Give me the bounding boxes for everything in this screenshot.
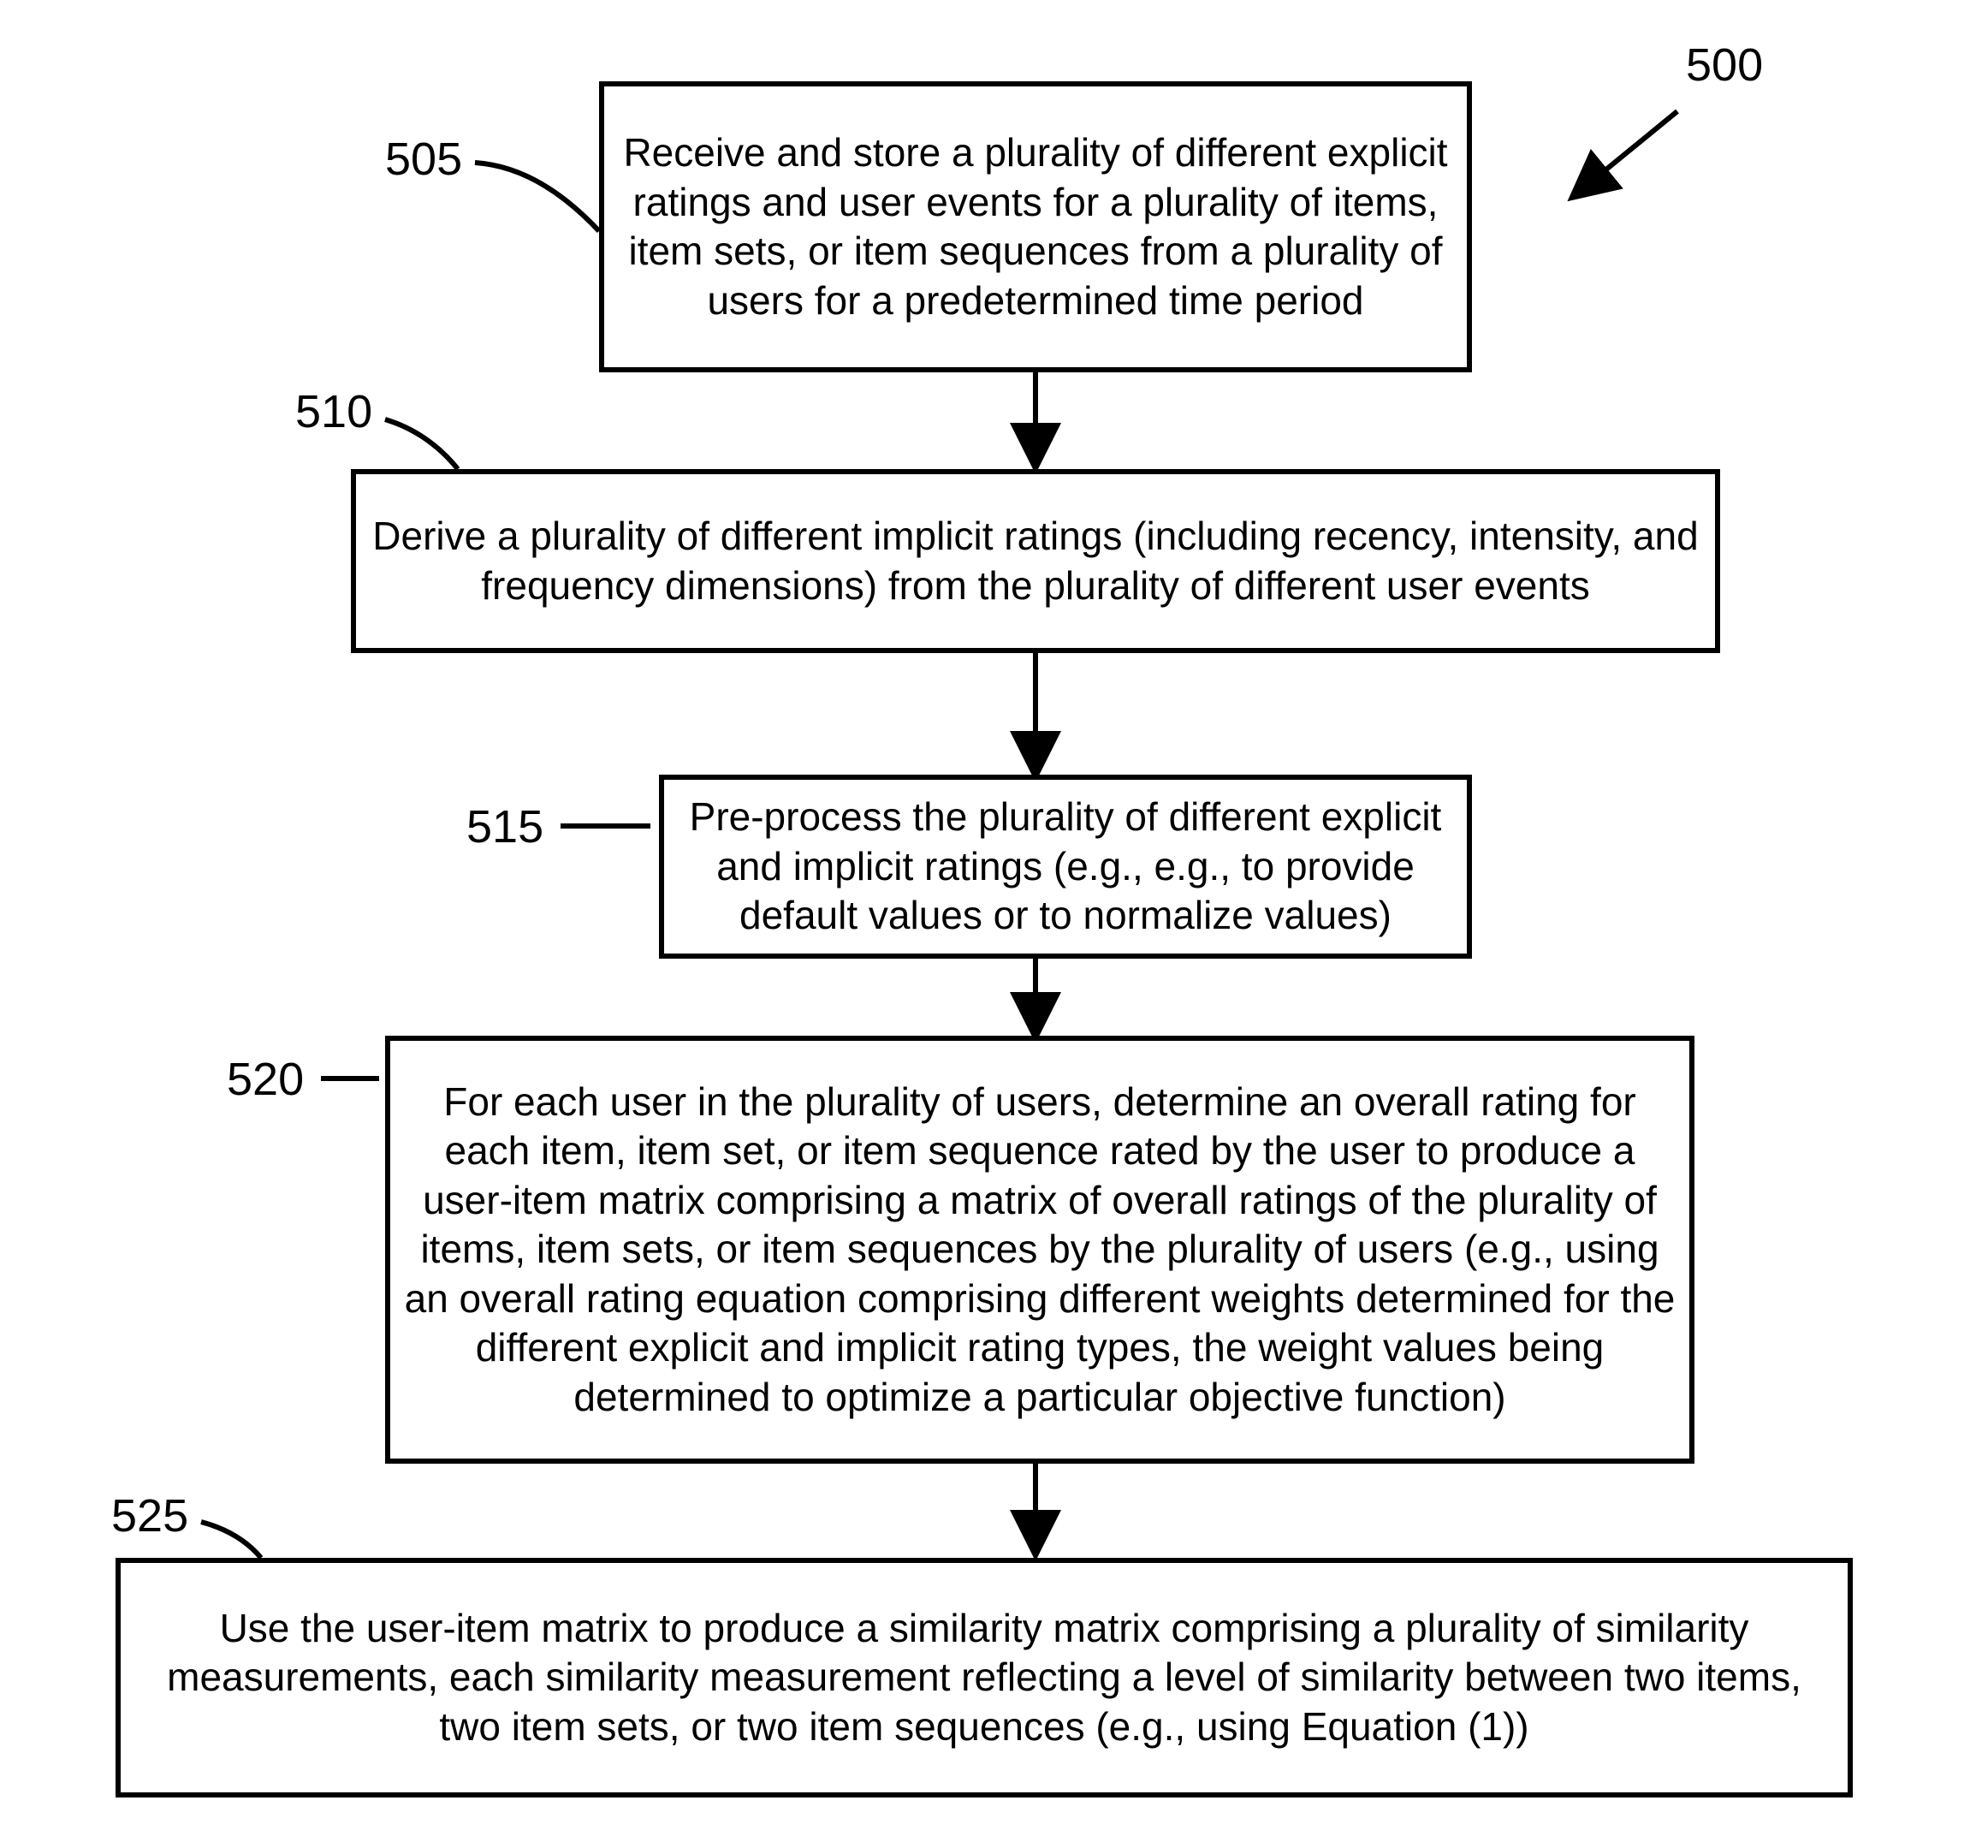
flow-label: 500 [1686,39,1763,92]
step-box-510: Derive a plurality of different implicit… [351,469,1720,653]
step-box-505: Receive and store a plurality of differe… [599,81,1472,372]
step-label-505: 505 [385,133,462,186]
step-text-525: Use the user-item matrix to produce a si… [121,1604,1848,1752]
step-text-520: For each user in the plurality of users,… [390,1078,1689,1423]
step-label-520: 520 [227,1053,304,1106]
step-label-510: 510 [295,385,372,438]
step-text-505: Receive and store a plurality of differe… [604,128,1467,325]
step-box-520: For each user in the plurality of users,… [385,1036,1694,1464]
step-text-510: Derive a plurality of different implicit… [356,512,1715,610]
flowchart: 500 505 Receive and store a plurality of… [0,0,1988,1848]
step-text-515: Pre-process the plurality of different e… [664,793,1467,941]
step-box-515: Pre-process the plurality of different e… [659,775,1472,959]
step-label-525: 525 [111,1489,188,1542]
step-box-525: Use the user-item matrix to produce a si… [116,1558,1853,1797]
step-label-515: 515 [466,800,543,853]
